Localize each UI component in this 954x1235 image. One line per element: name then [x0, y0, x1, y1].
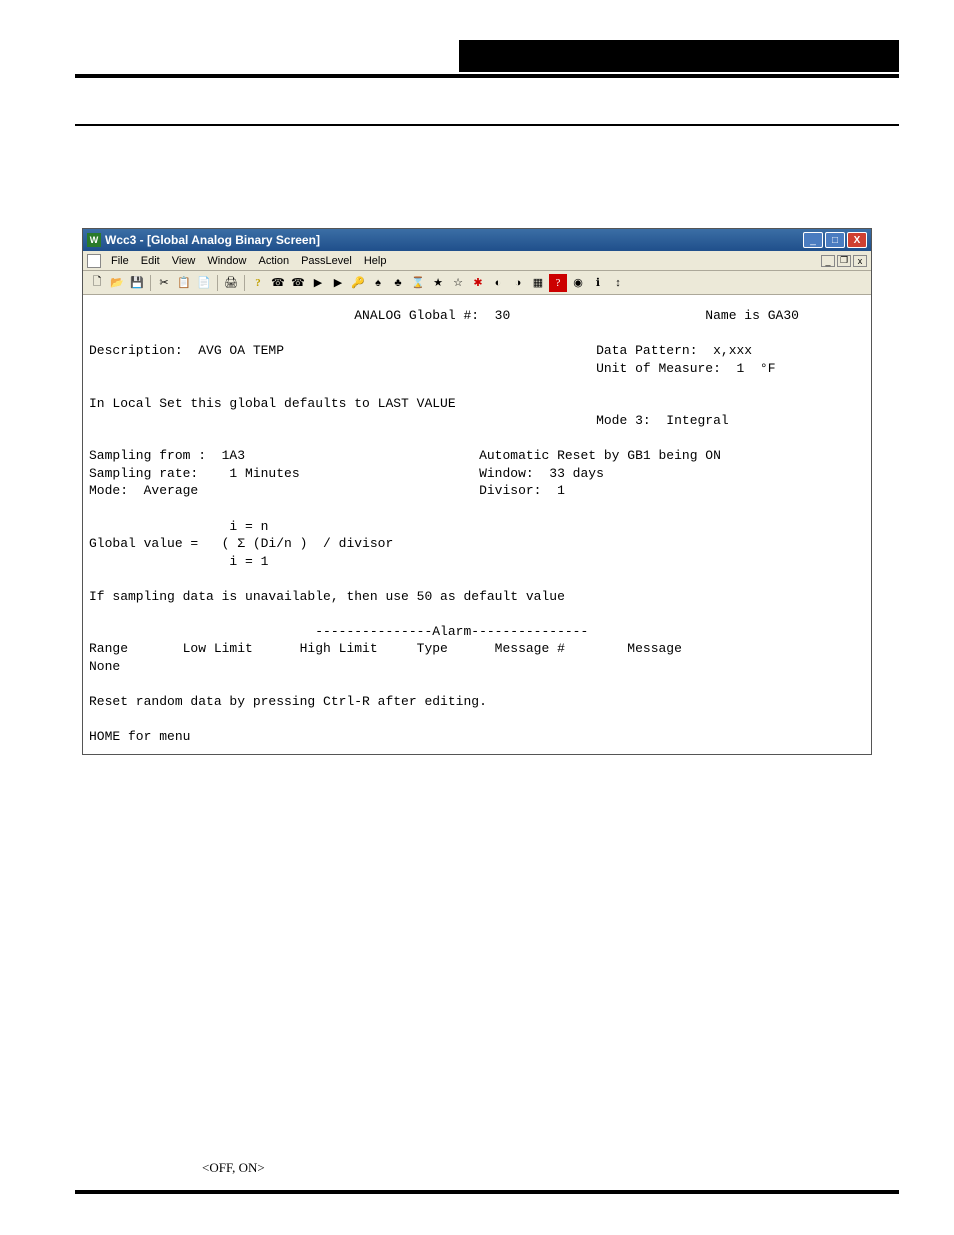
content-area: ANALOG Global #: 30 Name is GA30 Descrip… — [83, 295, 871, 754]
window-title: Wcc3 - [Global Analog Binary Screen] — [105, 233, 320, 247]
tool-icon[interactable]: ♣ — [389, 274, 407, 292]
content-line: Description: AVG OA TEMP Data Pattern: x… — [89, 343, 752, 358]
menu-window[interactable]: Window — [201, 255, 252, 267]
tool-icon[interactable]: ? — [549, 274, 567, 292]
content-line: ---------------Alarm--------------- — [89, 624, 588, 639]
document-icon — [87, 254, 101, 268]
tool-icon[interactable]: ♠ — [369, 274, 387, 292]
header-black-band — [459, 40, 899, 72]
new-icon[interactable]: 🗋 — [88, 274, 106, 292]
toolbar-sep — [150, 275, 151, 291]
horizontal-rule-bottom — [75, 1190, 899, 1194]
minimize-button[interactable]: _ — [803, 232, 823, 248]
content-line: i = n — [89, 519, 268, 534]
tool-icon[interactable]: ☎ — [269, 274, 287, 292]
open-icon[interactable]: 📂 — [108, 274, 126, 292]
mdi-restore-button[interactable]: ❐ — [837, 255, 851, 267]
tool-icon[interactable]: ☆ — [449, 274, 467, 292]
content-line: Global value = ( Σ (Di/n ) / divisor — [89, 536, 393, 551]
cut-icon[interactable]: ✂ — [155, 274, 173, 292]
tool-icon[interactable]: 🔑 — [349, 274, 367, 292]
mdi-minimize-button[interactable]: _ — [821, 255, 835, 267]
toolbar: 🗋 📂 💾 ✂ 📋 📄 🖨 ? ☎ ☎ ▶ ▶ 🔑 ♠ ♣ ⌛ ★ ☆ ✱ ◐ … — [83, 271, 871, 295]
tool-icon[interactable]: ★ — [429, 274, 447, 292]
tool-icon[interactable]: ◑ — [509, 274, 527, 292]
menu-action[interactable]: Action — [252, 255, 295, 267]
content-line: Unit of Measure: 1 °F — [89, 361, 776, 376]
menu-edit[interactable]: Edit — [135, 255, 166, 267]
horizontal-rule-top — [75, 74, 899, 78]
paste-icon[interactable]: 📄 — [195, 274, 213, 292]
print-icon[interactable]: 🖨 — [222, 274, 240, 292]
help-icon[interactable]: ? — [249, 274, 267, 292]
tool-icon[interactable]: ⌛ — [409, 274, 427, 292]
tool-icon[interactable]: ▶ — [309, 274, 327, 292]
tool-icon[interactable]: ✱ — [469, 274, 487, 292]
content-line: Sampling rate: 1 Minutes Window: 33 days — [89, 466, 604, 481]
copy-icon[interactable]: 📋 — [175, 274, 193, 292]
content-line: ANALOG Global #: 30 Name is GA30 — [89, 308, 799, 323]
menu-passlevel[interactable]: PassLevel — [295, 255, 358, 267]
app-window: W Wcc3 - [Global Analog Binary Screen] _… — [82, 228, 872, 755]
content-line: None — [89, 659, 120, 674]
app-icon: W — [87, 233, 101, 247]
menu-view[interactable]: View — [166, 255, 202, 267]
menubar: File Edit View Window Action PassLevel H… — [83, 251, 871, 271]
content-line: HOME for menu — [89, 729, 190, 744]
content-line: Mode: Average Divisor: 1 — [89, 483, 565, 498]
mdi-close-button[interactable]: x — [853, 255, 867, 267]
body-text-offon: <OFF, ON> — [85, 1158, 894, 1178]
tool-icon[interactable]: ◉ — [569, 274, 587, 292]
toolbar-sep — [244, 275, 245, 291]
content-line: Mode 3: Integral — [89, 413, 729, 428]
horizontal-rule-2 — [75, 124, 899, 126]
content-line: i = 1 — [89, 554, 268, 569]
content-line: Sampling from : 1A3 Automatic Reset by G… — [89, 448, 721, 463]
maximize-button[interactable]: □ — [825, 232, 845, 248]
titlebar[interactable]: W Wcc3 - [Global Analog Binary Screen] _… — [83, 229, 871, 251]
tool-icon[interactable]: ◐ — [489, 274, 507, 292]
tool-icon[interactable]: ↕ — [609, 274, 627, 292]
tool-icon[interactable]: ☎ — [289, 274, 307, 292]
content-line: If sampling data is unavailable, then us… — [89, 589, 565, 604]
save-icon[interactable]: 💾 — [128, 274, 146, 292]
tool-icon[interactable]: ▦ — [529, 274, 547, 292]
tool-icon[interactable]: ▶ — [329, 274, 347, 292]
content-line: Reset random data by pressing Ctrl-R aft… — [89, 694, 487, 709]
close-button[interactable]: X — [847, 232, 867, 248]
menu-file[interactable]: File — [105, 255, 135, 267]
content-line: In Local Set this global defaults to LAS… — [89, 396, 456, 411]
tool-icon[interactable]: ℹ — [589, 274, 607, 292]
toolbar-sep — [217, 275, 218, 291]
menu-help[interactable]: Help — [358, 255, 393, 267]
content-line: Range Low Limit High Limit Type Message … — [89, 641, 682, 656]
